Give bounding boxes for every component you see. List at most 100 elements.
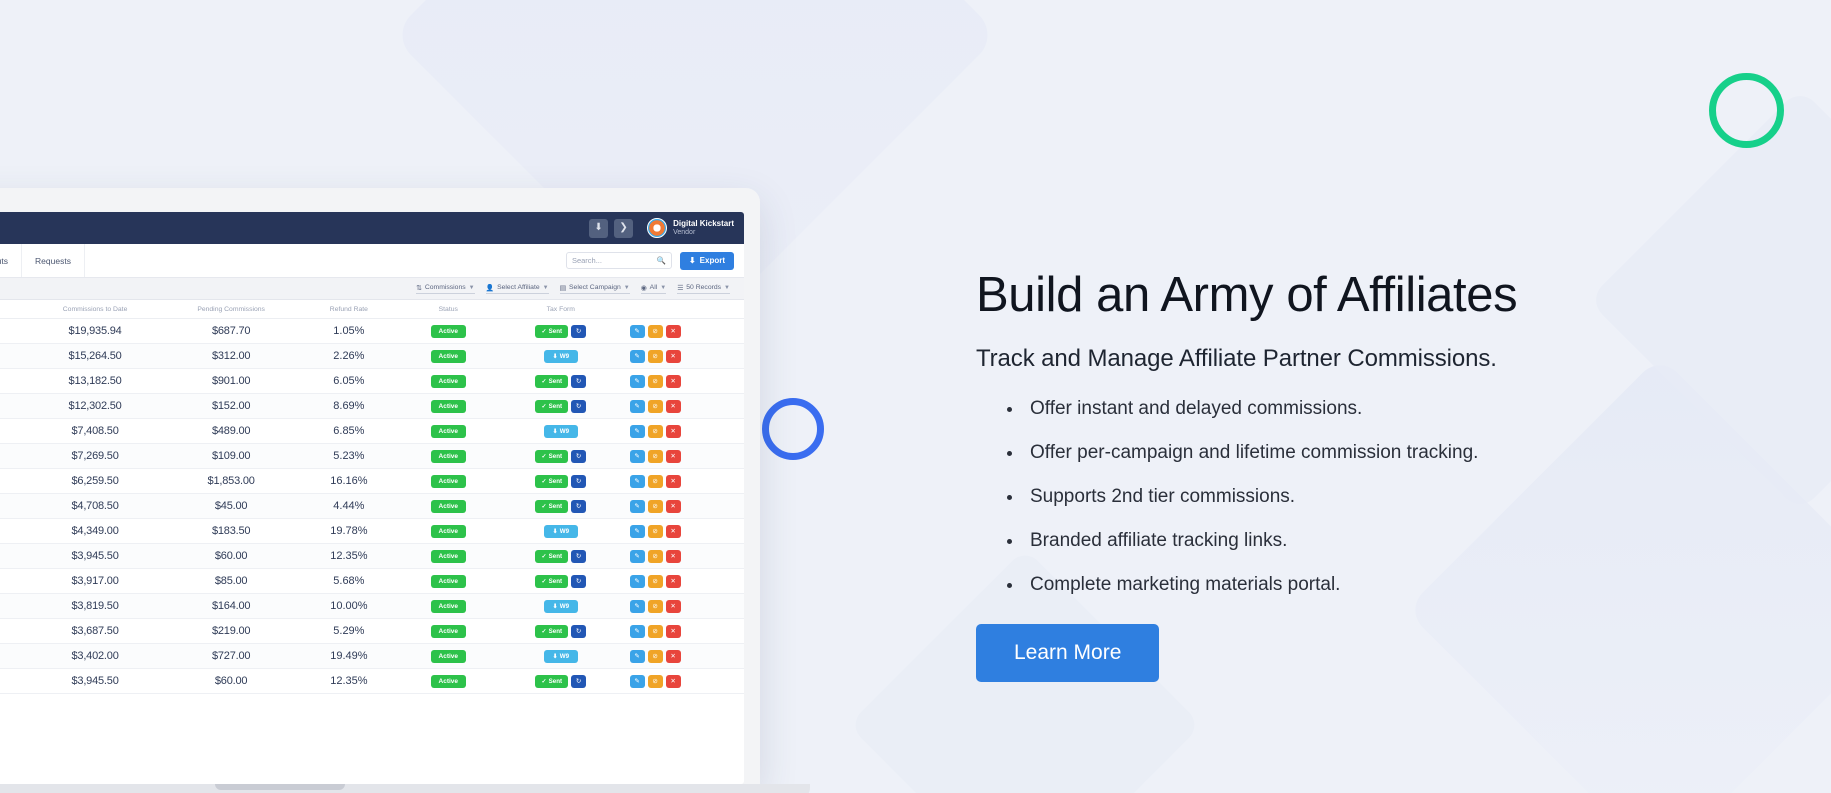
filter-all[interactable]: ◉ All ▼ — [640, 284, 667, 294]
resend-button[interactable]: ↻ — [571, 574, 587, 588]
ban-icon[interactable]: ⊘ — [647, 599, 663, 613]
resend-button[interactable]: ↻ — [571, 374, 587, 388]
filter-select-affiliate[interactable]: 👤 Select Affiliate ▼ — [485, 284, 549, 294]
ban-icon[interactable]: ⊘ — [647, 549, 663, 563]
pencil-icon[interactable]: ✎ — [629, 624, 645, 638]
close-icon[interactable]: ✕ — [665, 574, 681, 588]
pencil-icon[interactable]: ✎ — [629, 374, 645, 388]
chevron-right-icon[interactable]: ❯ — [614, 218, 634, 238]
table-row[interactable]: Abd al-Rashid Dante$3,917.00$85.005.68% A… — [0, 568, 744, 594]
ban-icon[interactable]: ⊘ — [647, 499, 663, 513]
ban-icon[interactable]: ⊘ — [647, 399, 663, 413]
column-header-affiliate[interactable]: Affiliate — [0, 300, 28, 319]
resend-button[interactable]: ↻ — [571, 674, 587, 688]
table-row[interactable]: Arnoldi Josselin$6,259.50$1,853.0016.16%… — [0, 468, 744, 494]
close-icon[interactable]: ✕ — [665, 599, 681, 613]
sent-badge[interactable]: ✓ Sent — [535, 574, 569, 588]
table-row[interactable]: Vladislav Uthyr$15,264.50$312.002.26% Act… — [0, 343, 744, 369]
pencil-icon[interactable]: ✎ — [629, 324, 645, 338]
table-row[interactable]: Torin Habersky$7,408.50$489.006.85% Activ… — [0, 418, 744, 444]
ban-icon[interactable]: ⊘ — [647, 624, 663, 638]
close-icon[interactable]: ✕ — [665, 474, 681, 488]
close-icon[interactable]: ✕ — [665, 324, 681, 338]
close-icon[interactable]: ✕ — [665, 674, 681, 688]
column-header-pending[interactable]: Pending Commissions — [163, 300, 300, 319]
resend-button[interactable]: ↻ — [571, 499, 587, 513]
table-row[interactable]: Shimon Espiridión$7,269.50$109.005.23% Ac… — [0, 443, 744, 469]
column-header-taxform[interactable]: Tax Form — [498, 300, 624, 319]
table-row[interactable]: Enon Elkabort$3,945.50$60.0012.35% Active… — [0, 668, 744, 694]
w9-button[interactable]: ⬇ W9 — [543, 599, 579, 613]
close-icon[interactable]: ✕ — [665, 524, 681, 538]
close-icon[interactable]: ✕ — [665, 549, 681, 563]
column-header-refund[interactable]: Refund Rate — [299, 300, 399, 319]
close-icon[interactable]: ✕ — [665, 449, 681, 463]
pencil-icon[interactable]: ✎ — [629, 399, 645, 413]
pencil-icon[interactable]: ✎ — [629, 349, 645, 363]
table-row[interactable]: Per Ahura Mazda$4,708.50$45.004.44% Activ… — [0, 493, 744, 519]
ban-icon[interactable]: ⊘ — [647, 574, 663, 588]
pencil-icon[interactable]: ✎ — [629, 574, 645, 588]
sent-badge[interactable]: ✓ Sent — [535, 624, 569, 638]
sent-badge[interactable]: ✓ Sent — [535, 474, 569, 488]
learn-more-button[interactable]: Learn More — [976, 624, 1160, 683]
column-header-commissions[interactable]: Commissions to Date — [27, 300, 164, 319]
filter-commissions[interactable]: ⇅ Commissions ▼ — [416, 284, 475, 294]
w9-button[interactable]: ⬇ W9 — [543, 649, 579, 663]
pencil-icon[interactable]: ✎ — [629, 549, 645, 563]
w9-button[interactable]: ⬇ W9 — [543, 349, 579, 363]
ban-icon[interactable]: ⊘ — [647, 324, 663, 338]
user-account[interactable]: Digital Kickstart Vendor — [647, 218, 734, 238]
download-icon[interactable]: ⬇ — [589, 218, 609, 238]
close-icon[interactable]: ✕ — [665, 649, 681, 663]
resend-button[interactable]: ↻ — [571, 399, 587, 413]
pencil-icon[interactable]: ✎ — [629, 674, 645, 688]
close-icon[interactable]: ✕ — [665, 349, 681, 363]
pencil-icon[interactable]: ✎ — [629, 524, 645, 538]
table-row[interactable]: Ioan Nikora$19,935.94$687.701.05% Active ✓… — [0, 318, 744, 344]
search-input[interactable]: Search... 🔍 — [565, 252, 672, 269]
table-row[interactable]: Fahri Arthur$4,349.00$183.5019.78% Active… — [0, 518, 744, 544]
close-icon[interactable]: ✕ — [665, 624, 681, 638]
pencil-icon[interactable]: ✎ — [629, 424, 645, 438]
sent-badge[interactable]: ✓ Sent — [535, 674, 569, 688]
table-row[interactable]: Flemming Teodor$12,302.50$152.008.69% Act… — [0, 393, 744, 419]
tab-payouts[interactable]: Payouts — [0, 244, 23, 277]
resend-button[interactable]: ↻ — [571, 624, 587, 638]
w9-button[interactable]: ⬇ W9 — [543, 424, 579, 438]
pencil-icon[interactable]: ✎ — [629, 599, 645, 613]
ban-icon[interactable]: ⊘ — [647, 524, 663, 538]
ban-icon[interactable]: ⊘ — [647, 349, 663, 363]
table-row[interactable]: Enon Elkabort$3,945.50$60.0012.35% Active… — [0, 543, 744, 569]
pencil-icon[interactable]: ✎ — [629, 449, 645, 463]
sent-badge[interactable]: ✓ Sent — [535, 399, 569, 413]
ban-icon[interactable]: ⊘ — [647, 449, 663, 463]
close-icon[interactable]: ✕ — [665, 399, 681, 413]
table-row[interactable]: Jenny Shlca$3,819.50$164.0010.00% Active ⬇… — [0, 593, 744, 619]
filter-records[interactable]: ☰ 50 Records ▼ — [677, 284, 730, 294]
table-row[interactable]: $3,687.50 $219.00 5.29% Active ✓ Sent ↻ ✎ ⊘ ✕ — [0, 618, 744, 644]
sent-badge[interactable]: ✓ Sent — [535, 324, 569, 338]
close-icon[interactable]: ✕ — [665, 499, 681, 513]
table-row[interactable]: $3,402.00 $727.00 19.49% Active ⬇ W9 ✎ ⊘ ✕ — [0, 643, 744, 669]
sent-badge[interactable]: ✓ Sent — [535, 499, 569, 513]
resend-button[interactable]: ↻ — [571, 474, 587, 488]
ban-icon[interactable]: ⊘ — [647, 374, 663, 388]
sent-badge[interactable]: ✓ Sent — [535, 549, 569, 563]
column-header-status[interactable]: Status — [398, 300, 498, 319]
close-icon[interactable]: ✕ — [665, 424, 681, 438]
resend-button[interactable]: ↻ — [571, 549, 587, 563]
table-row[interactable]: Völundr Borislav$13,182.50$901.006.05% Ac… — [0, 368, 744, 394]
ban-icon[interactable]: ⊘ — [647, 424, 663, 438]
w9-button[interactable]: ⬇ W9 — [543, 524, 579, 538]
filter-select-campaign[interactable]: ▤ Select Campaign ▼ — [559, 284, 630, 294]
tab-requests[interactable]: Requests — [22, 244, 85, 277]
resend-button[interactable]: ↻ — [571, 449, 587, 463]
pencil-icon[interactable]: ✎ — [629, 499, 645, 513]
ban-icon[interactable]: ⊘ — [647, 649, 663, 663]
sent-badge[interactable]: ✓ Sent — [535, 374, 569, 388]
resend-button[interactable]: ↻ — [571, 324, 587, 338]
sent-badge[interactable]: ✓ Sent — [535, 449, 569, 463]
pencil-icon[interactable]: ✎ — [629, 649, 645, 663]
pencil-icon[interactable]: ✎ — [629, 474, 645, 488]
